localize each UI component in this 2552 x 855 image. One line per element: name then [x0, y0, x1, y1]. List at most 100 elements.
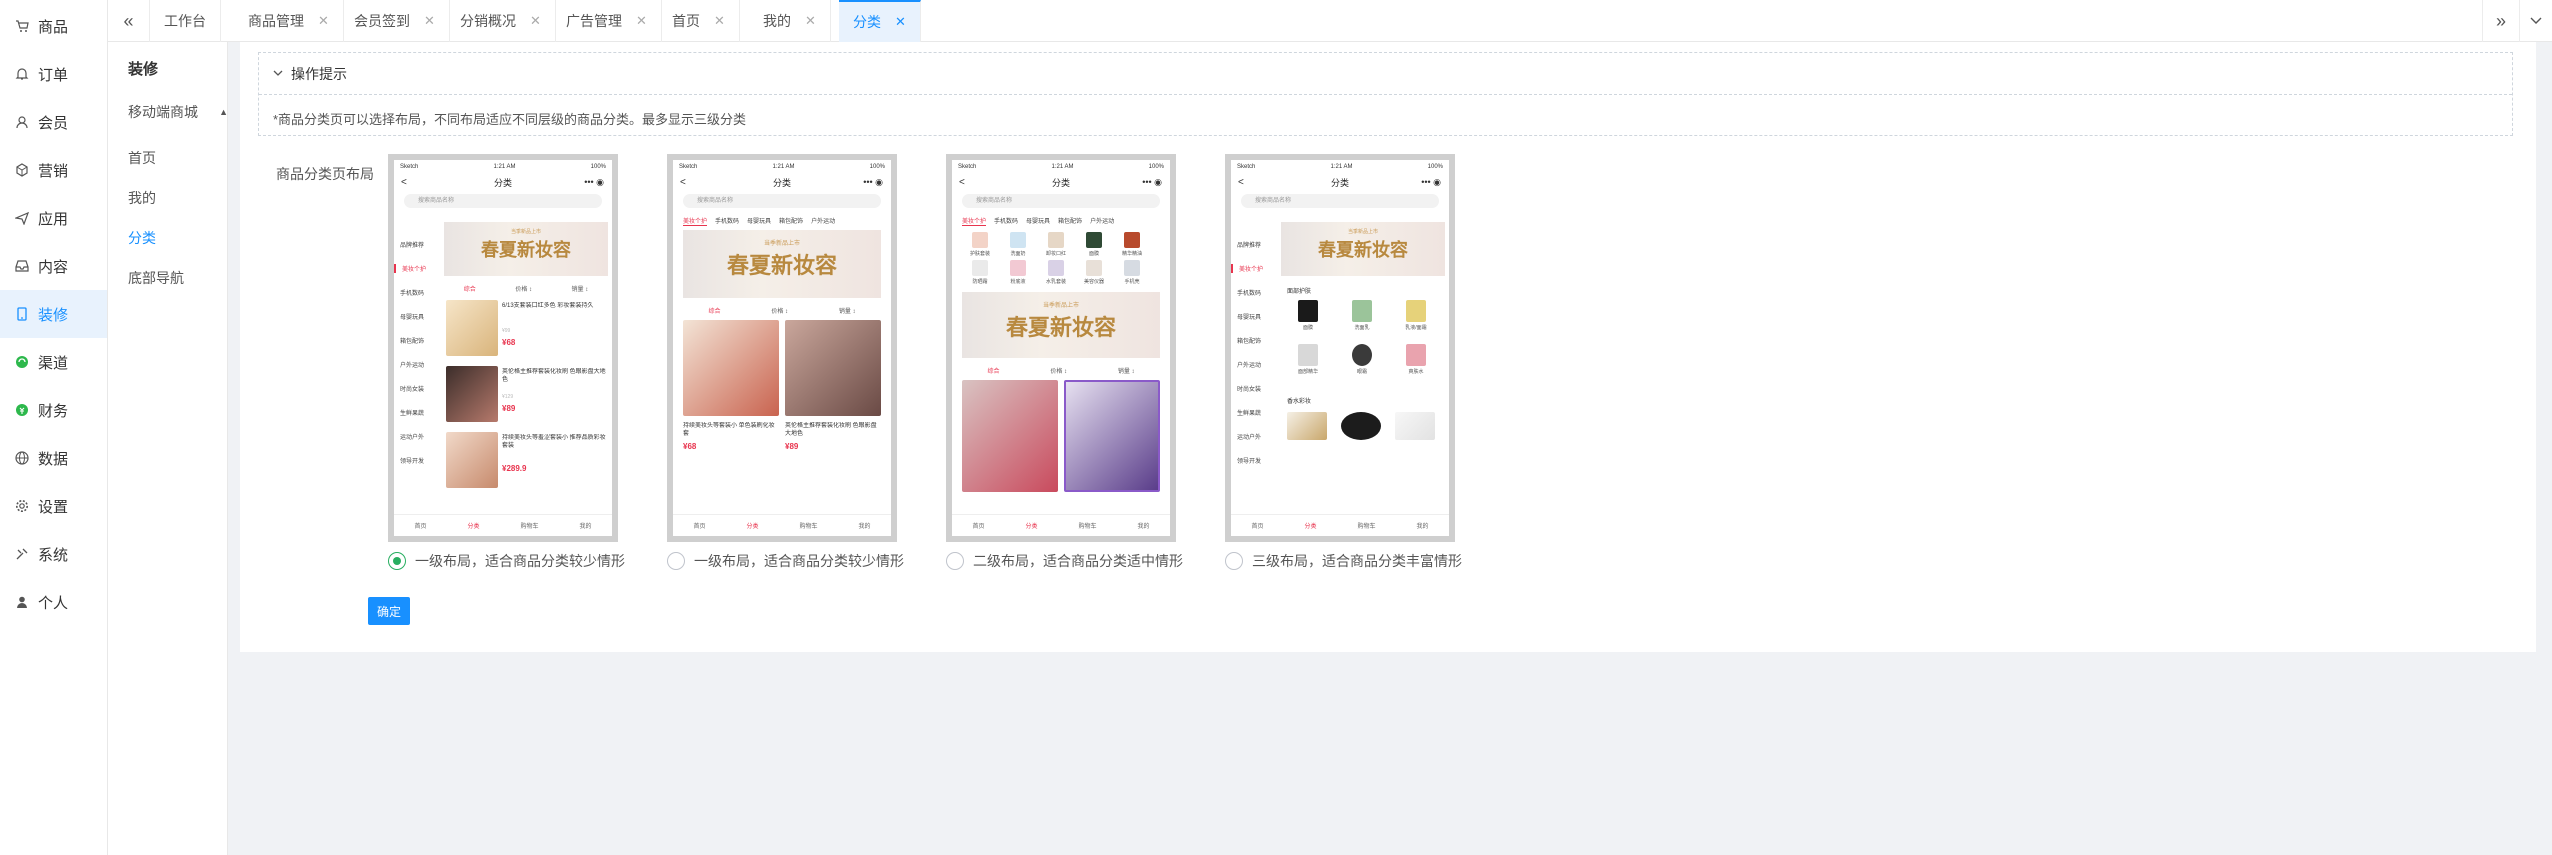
- sub-category: 精华精油: [1114, 232, 1150, 257]
- product-old-price: ¥99: [502, 328, 511, 334]
- confirm-button[interactable]: 确定: [368, 597, 410, 625]
- layout-option-3[interactable]: Sketch 1:21 AM 100% < 分类 ••• ◉ 搜索商品名称 美妆个护…: [946, 154, 1196, 574]
- layout-radio-label: 三级布局，适合商品分类丰富情形: [1252, 553, 1462, 569]
- product-old-price: ¥129: [502, 394, 514, 400]
- close-icon[interactable]: ✕: [530, 13, 541, 29]
- subnav-group-mobile-mall[interactable]: 移动端商城 ▲: [128, 102, 228, 122]
- chevron-down-icon: [2530, 17, 2542, 25]
- subnav-item-category[interactable]: 分类: [128, 228, 156, 248]
- sidebar-item-marketing[interactable]: 营销: [0, 146, 107, 194]
- layout-radio-label: 二级布局，适合商品分类适中情形: [973, 553, 1183, 569]
- layout-radio-label: 一级布局，适合商品分类较少情形: [415, 553, 625, 569]
- sidebar-item-apps[interactable]: 应用: [0, 194, 107, 242]
- product-image: [1064, 380, 1160, 492]
- tab-category[interactable]: 分类 ✕: [839, 0, 921, 42]
- layout-radio-2[interactable]: 一级布局，适合商品分类较少情形: [667, 551, 904, 571]
- sub-category: 面部精华: [1283, 344, 1333, 375]
- sort-bar: 综合 价格 ↕ 销量 ↕: [463, 287, 589, 293]
- side-category: 运动户外: [1237, 435, 1262, 441]
- tab-mine[interactable]: 我的 ✕: [749, 0, 831, 42]
- cart-icon: [14, 18, 30, 34]
- tab-label: 商品管理: [248, 13, 304, 29]
- top-category-tabs: 美妆个护 手机数码 母婴玩具 箱包配饰 户外运动: [962, 216, 1122, 226]
- product-image: [785, 320, 881, 416]
- sidebar-item-channels[interactable]: 渠道: [0, 338, 107, 386]
- sidebar-item-label: 应用: [38, 210, 69, 228]
- tab-distribution-overview[interactable]: 分销概况 ✕: [446, 0, 556, 42]
- operation-tips-toggle[interactable]: 操作提示: [259, 53, 2512, 95]
- tab-ad-management[interactable]: 广告管理 ✕: [552, 0, 662, 42]
- sidebar-item-system[interactable]: 系统: [0, 530, 107, 578]
- radio-button[interactable]: [946, 552, 964, 570]
- side-category: 领导开发: [1237, 459, 1262, 465]
- sidebar-item-settings[interactable]: 设置: [0, 482, 107, 530]
- close-icon[interactable]: ✕: [318, 13, 329, 29]
- side-category: 美妆个护: [394, 264, 440, 273]
- tab-workbench[interactable]: 工作台: [150, 0, 221, 42]
- tab-member-signin[interactable]: 会员签到 ✕: [340, 0, 450, 42]
- close-icon[interactable]: ✕: [636, 13, 647, 29]
- double-chevron-right-icon: »: [2495, 10, 2506, 31]
- gift-icon: [14, 162, 30, 178]
- sub-category: 面膜: [1076, 232, 1112, 257]
- close-icon[interactable]: ✕: [895, 14, 906, 30]
- layout-preview-phone[interactable]: Sketch 1:21 AM 100% < 分类 ••• ◉ 搜索商品名称 美妆个护…: [946, 154, 1176, 542]
- layout-option-1[interactable]: Sketch 1:21 AM 100% < 分类 ••• ◉ 搜索商品名称 品牌推荐…: [388, 154, 638, 574]
- tab-label: 分类: [853, 14, 881, 30]
- close-icon[interactable]: ✕: [424, 13, 435, 29]
- subnav-title: 装修: [128, 61, 159, 78]
- sidebar-item-members[interactable]: 会员: [0, 98, 107, 146]
- radio-button[interactable]: [667, 552, 685, 570]
- sidebar-item-personal[interactable]: 个人: [0, 578, 107, 626]
- scroll-tabs-right-button[interactable]: »: [2482, 0, 2520, 42]
- radio-button[interactable]: [388, 552, 406, 570]
- collapse-tabs-left-button[interactable]: «: [108, 0, 150, 42]
- sidebar-item-label: 订单: [38, 66, 69, 84]
- radio-button[interactable]: [1225, 552, 1243, 570]
- close-icon[interactable]: ✕: [714, 13, 725, 29]
- subnav-item-home[interactable]: 首页: [128, 148, 156, 168]
- bell-icon: [14, 66, 30, 82]
- sidebar-item-content[interactable]: 内容: [0, 242, 107, 290]
- main-sidebar: 商品 订单 会员 营销 应用 内容 装修 渠道 财务 数据 设置 系统 个人: [0, 0, 108, 855]
- subnav-item-bottom-nav[interactable]: 底部导航: [128, 268, 184, 288]
- send-icon: [14, 210, 30, 226]
- product-image: [1287, 412, 1327, 440]
- section-title: 香水彩妆: [1287, 399, 1312, 405]
- sidebar-item-label: 设置: [38, 498, 69, 516]
- layout-preview-phone[interactable]: Sketch 1:21 AM 100% < 分类 ••• ◉ 搜索商品名称 品牌推荐…: [388, 154, 618, 542]
- sidebar-item-label: 数据: [38, 450, 69, 468]
- subnav-item-mine[interactable]: 我的: [128, 188, 156, 208]
- sidebar-item-data[interactable]: 数据: [0, 434, 107, 482]
- product-image: [683, 320, 779, 416]
- sidebar-item-label: 财务: [38, 402, 69, 420]
- layout-radio-4[interactable]: 三级布局，适合商品分类丰富情形: [1225, 551, 1462, 571]
- close-icon[interactable]: ✕: [805, 13, 816, 29]
- sub-category: 美容仪器: [1076, 260, 1112, 285]
- sub-category: 卸妆口红: [1038, 232, 1074, 257]
- sidebar-item-decoration[interactable]: 装修: [0, 290, 107, 338]
- tab-home[interactable]: 首页 ✕: [658, 0, 740, 42]
- main-panel: 操作提示 *商品分类页可以选择布局，不同布局适应不同层级的商品分类。最多显示三级…: [240, 42, 2536, 652]
- phone-banner: 当季新品上市 春夏新妆容: [444, 222, 608, 276]
- sidebar-item-orders[interactable]: 订单: [0, 50, 107, 98]
- layout-preview-phone[interactable]: Sketch 1:21 AM 100% < 分类 ••• ◉ 搜索商品名称 美妆个护…: [667, 154, 897, 542]
- layout-option-2[interactable]: Sketch 1:21 AM 100% < 分类 ••• ◉ 搜索商品名称 美妆个护…: [667, 154, 917, 574]
- tab-goods-management[interactable]: 商品管理 ✕: [234, 0, 344, 42]
- sidebar-item-finance[interactable]: 财务: [0, 386, 107, 434]
- more-icon: ••• ◉: [1142, 177, 1162, 187]
- layout-radio-1[interactable]: 一级布局，适合商品分类较少情形: [388, 551, 625, 571]
- caret-up-icon: ▲: [219, 107, 228, 117]
- phone-tab-bar: 首页 分类 购物车 我的: [394, 514, 612, 536]
- sub-category: 乳液/面霜: [1391, 300, 1441, 331]
- layout-option-4[interactable]: Sketch 1:21 AM 100% < 分类 ••• ◉ 搜索商品名称 品牌推荐…: [1225, 154, 1475, 574]
- inbox-icon: [14, 258, 30, 274]
- sidebar-item-goods[interactable]: 商品: [0, 2, 107, 50]
- layout-radio-3[interactable]: 二级布局，适合商品分类适中情形: [946, 551, 1183, 571]
- layout-preview-phone[interactable]: Sketch 1:21 AM 100% < 分类 ••• ◉ 搜索商品名称 品牌推荐…: [1225, 154, 1455, 542]
- tabs-menu-dropdown[interactable]: [2520, 0, 2552, 42]
- side-category: 手机数码: [1237, 291, 1262, 297]
- product-image: [1395, 412, 1435, 440]
- sidebar-item-label: 商品: [38, 18, 69, 36]
- more-icon: ••• ◉: [1421, 177, 1441, 187]
